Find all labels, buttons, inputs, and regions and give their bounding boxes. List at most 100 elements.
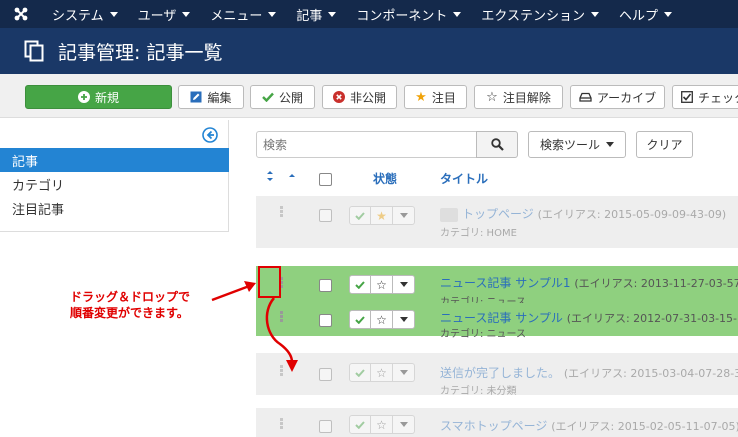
article-title-link[interactable]: トップページ (462, 207, 534, 221)
search-tools-button[interactable]: 検索ツール (528, 131, 626, 158)
caret-down-icon (399, 213, 408, 218)
row-checkbox[interactable] (319, 420, 332, 433)
status-button-group: ★ (349, 206, 415, 225)
star-icon: ★ (376, 208, 387, 223)
pointer-arrow-icon (211, 281, 256, 302)
published-toggle[interactable] (349, 310, 371, 329)
checkbox-icon (681, 91, 693, 103)
top-navbar: システム ユーザ メニュー 記事 コンポーネント エクステンション ヘルプ (0, 0, 738, 28)
clear-button[interactable]: クリア (636, 131, 693, 158)
row-title: 送信が完了しました。 (エイリアス: 2015-03-04-07-28-39) (440, 366, 738, 380)
search-icon (490, 138, 504, 151)
select-all-checkbox[interactable] (319, 173, 332, 186)
featured-toggle[interactable]: ☆ (371, 310, 393, 329)
copy-icon (24, 40, 44, 62)
column-header-title[interactable]: タイトル (440, 170, 488, 187)
check-icon (262, 92, 274, 102)
status-button-group: ☆ (349, 363, 415, 382)
table-row: ☆ 送信が完了しました。 (エイリアス: 2015-03-04-07-28-39… (256, 353, 738, 397)
caret-down-icon (109, 11, 118, 17)
edit-button[interactable]: 編集 (178, 85, 244, 109)
feature-button[interactable]: ★ 注目 (404, 85, 467, 109)
publish-button[interactable]: 公開 (250, 85, 315, 109)
row-actions-dropdown[interactable] (393, 310, 415, 329)
row-category: カテゴリ: ニュース (440, 329, 527, 340)
star-icon: ★ (415, 89, 427, 105)
drag-handle-icon[interactable] (280, 311, 284, 323)
published-toggle[interactable] (349, 206, 371, 225)
drag-handle-icon[interactable] (280, 365, 284, 377)
featured-toggle[interactable]: ☆ (371, 415, 393, 434)
menu-system[interactable]: システム (42, 0, 128, 28)
ordering-sort-icon[interactable] (266, 170, 300, 185)
published-toggle[interactable] (349, 415, 371, 434)
sidebar-item-categories[interactable]: カテゴリ (0, 172, 229, 196)
published-toggle[interactable] (349, 363, 371, 382)
archive-button[interactable]: アーカイブ (570, 85, 665, 109)
check-icon (355, 420, 365, 429)
row-title: ニュース記事 サンプル (エイリアス: 2012-07-31-03-15-15) (440, 311, 738, 325)
caret-down-icon (453, 11, 462, 17)
status-button-group: ☆ (349, 310, 415, 329)
star-outline-icon: ☆ (376, 365, 387, 380)
search-button[interactable] (476, 131, 518, 158)
featured-toggle[interactable]: ☆ (371, 275, 393, 294)
table-row: ☆ ニュース記事 サンプル (エイリアス: 2012-07-31-03-15-1… (256, 303, 738, 340)
caret-down-icon (399, 370, 408, 375)
row-actions-dropdown[interactable] (393, 415, 415, 434)
annotation-text: ドラッグ＆ドロップで 順番変更ができます。 (70, 290, 191, 320)
featured-toggle[interactable]: ★ (371, 206, 393, 225)
row-actions-dropdown[interactable] (393, 275, 415, 294)
unpublish-button[interactable]: 非公開 (322, 85, 397, 109)
page-title: 記事管理: 記事一覧 (58, 41, 223, 64)
status-button-group: ☆ (349, 415, 415, 434)
row-title: ニュース記事 サンプル1 (エイリアス: 2013-11-27-03-57-52 (440, 276, 738, 290)
menu-help[interactable]: ヘルプ (609, 0, 682, 28)
sidebar-item-articles[interactable]: 記事 (0, 148, 229, 172)
sidebar-item-featured[interactable]: 注目記事 (0, 196, 229, 220)
column-header-status[interactable]: 状態 (373, 170, 397, 187)
caret-down-icon (399, 317, 408, 322)
row-title: トップページ (エイリアス: 2015-05-09-09-43-09) (440, 205, 726, 222)
new-button[interactable]: 新規 (25, 85, 172, 109)
sidebar: 記事 カテゴリ 注目記事 (0, 120, 229, 232)
toolbar: 新規 編集 公開 非公開 ★ 注目 ☆ 注目解除 アーカイブ チェック (0, 74, 738, 118)
star-outline-icon: ☆ (376, 312, 387, 327)
check-icon (355, 211, 365, 220)
row-title: スマホトップページ (エイリアス: 2015-02-05-11-07-05) (440, 419, 738, 433)
checkin-button[interactable]: チェック (672, 85, 738, 109)
caret-down-icon (606, 142, 614, 147)
caret-down-icon (328, 11, 337, 17)
article-title-link[interactable]: ニュース記事 サンプル (440, 311, 563, 325)
row-actions-dropdown[interactable] (393, 363, 415, 382)
star-outline-icon: ☆ (376, 277, 387, 292)
lock-icon (440, 207, 458, 222)
plus-circle-icon (77, 91, 90, 103)
drag-handle-highlight-box (258, 266, 281, 298)
search-input[interactable] (256, 131, 477, 158)
menu-content[interactable]: 記事 (286, 0, 346, 28)
menu-extensions[interactable]: エクステンション (471, 0, 609, 28)
article-title-link[interactable]: ニュース記事 サンプル1 (440, 276, 571, 290)
row-category: カテゴリ: HOME (440, 228, 517, 239)
row-checkbox[interactable] (319, 314, 332, 327)
article-title-link[interactable]: スマホトップページ (440, 419, 547, 433)
drag-handle-icon[interactable] (280, 418, 284, 430)
row-checkbox[interactable] (319, 209, 332, 222)
star-outline-icon: ☆ (486, 89, 498, 105)
published-toggle[interactable] (349, 275, 371, 294)
menu-users[interactable]: ユーザ (128, 0, 201, 28)
featured-toggle[interactable]: ☆ (371, 363, 393, 382)
row-checkbox[interactable] (319, 279, 332, 292)
joomla-logo-icon[interactable] (0, 0, 42, 28)
article-title-link[interactable]: 送信が完了しました。 (440, 366, 560, 380)
collapse-sidebar-arrow-icon[interactable] (202, 127, 218, 146)
unfeature-button[interactable]: ☆ 注目解除 (474, 85, 563, 109)
row-category: カテゴリ: 未分類 (440, 386, 517, 397)
table-row-dragging: ☆ ニュース記事 サンプル1 (エイリアス: 2013-11-27-03-57-… (256, 266, 738, 308)
menu-components[interactable]: コンポーネント (346, 0, 471, 28)
row-checkbox[interactable] (319, 368, 332, 381)
drag-handle-icon[interactable] (280, 206, 284, 218)
row-actions-dropdown[interactable] (393, 206, 415, 225)
menu-menus[interactable]: メニュー (200, 0, 286, 28)
